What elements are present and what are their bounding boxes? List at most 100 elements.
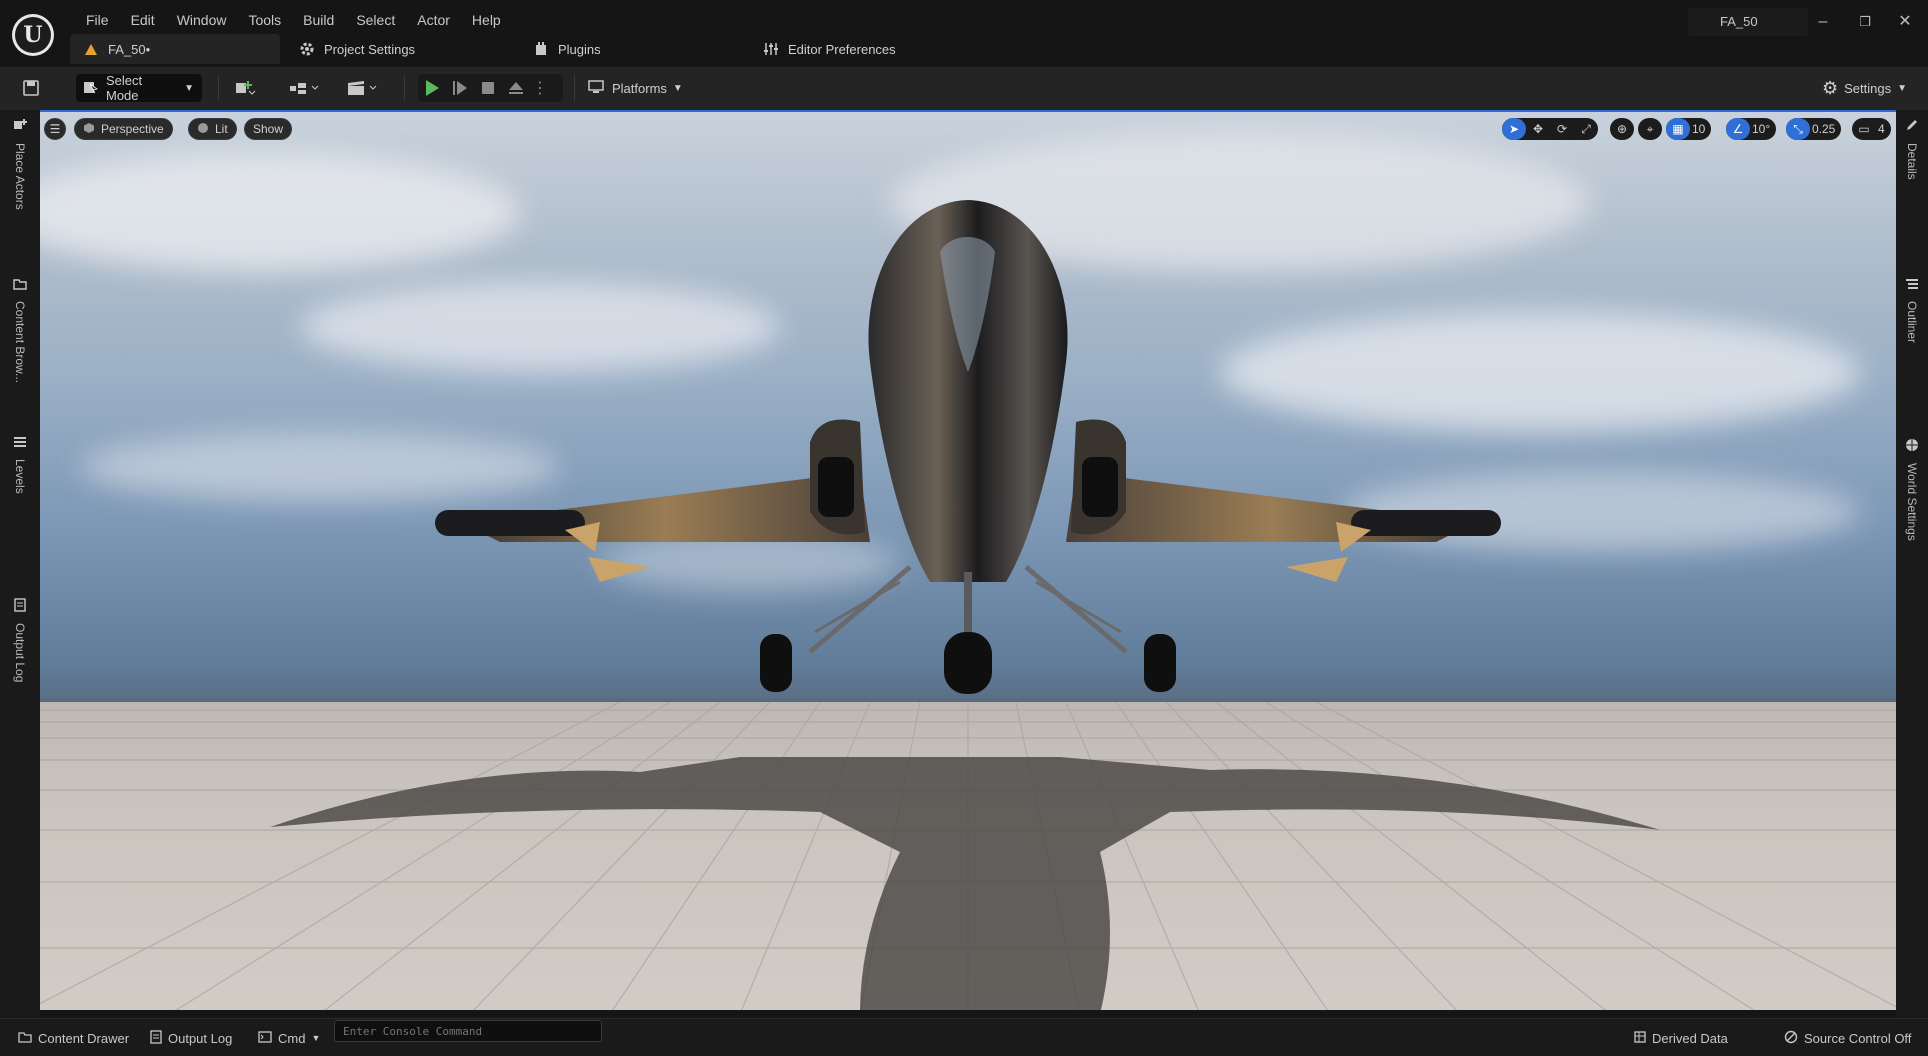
pencil-icon [1905,118,1919,135]
rotate-tool-icon[interactable]: ⟳ [1550,118,1574,140]
outliner-icon [1905,278,1919,293]
move-tool-icon[interactable]: ✥ [1526,118,1550,140]
sidebar-item-label: Levels [13,459,27,494]
console-command-input[interactable] [334,1020,602,1042]
tab-label: Project Settings [324,41,416,57]
source-control-off-icon [1784,1030,1798,1047]
camera-speed-control[interactable]: ▭ 4 [1852,118,1891,140]
stop-icon[interactable] [474,81,502,95]
blueprint-button[interactable] [288,74,328,102]
tab-project-settings[interactable]: Project Settings [286,34,496,64]
sidebar-item-output-log[interactable]: Output Log [10,598,30,682]
select-mode-icon [84,80,98,97]
world-local-toggle[interactable]: ⊕ [1610,118,1634,140]
content-drawer-icon [18,1031,32,1046]
terminal-icon [258,1030,272,1046]
tab-editor-preferences[interactable]: Editor Preferences [706,34,946,64]
cinematics-button[interactable] [346,74,386,102]
menu-actor[interactable]: Actor [406,10,461,30]
select-mode-dropdown[interactable]: Select Mode ▼ [76,73,202,103]
lit-button[interactable]: Lit [188,118,237,140]
add-actor-button[interactable] [234,74,274,102]
fa50-aircraft-model[interactable] [40,112,1896,1010]
select-tool-icon[interactable]: ➤ [1502,118,1526,140]
chevron-down-icon: ▼ [184,82,194,94]
sidebar-item-outliner[interactable]: Outliner [1902,278,1922,343]
cmd-dropdown[interactable]: Cmd ▼ [258,1027,320,1049]
sidebar-item-world-settings[interactable]: World Settings [1902,438,1922,541]
derived-data-label: Derived Data [1652,1030,1728,1046]
viewport-options-button[interactable]: ☰ [44,118,66,140]
sidebar-item-content-browser[interactable]: Content Brow... [10,278,30,383]
camera-icon: ▭ [1858,122,1870,136]
surface-snap-toggle[interactable]: ⌖ [1638,118,1662,140]
eject-icon[interactable] [502,80,530,96]
tab-label: Plugins [558,41,601,57]
restore-icon[interactable]: ❐ [1855,12,1875,32]
sidebar-item-label: Output Log [13,623,27,683]
right-side-panel: Details Outliner World Settings [1896,110,1928,1018]
grid-snap-icon: ▦ [1666,118,1690,140]
content-drawer-button[interactable]: Content Drawer [18,1027,129,1049]
status-bar: Content Drawer Output Log Cmd ▼ Derived … [0,1018,1928,1056]
derived-data-button[interactable]: Derived Data [1634,1027,1728,1049]
platforms-icon [588,79,606,98]
output-log-icon [150,1029,162,1047]
sidebar-item-details[interactable]: Details [1902,118,1922,180]
source-control-label: Source Control Off [1804,1030,1912,1046]
close-icon[interactable]: ✕ [1895,12,1915,32]
settings-cog-icon [298,41,316,57]
sidebar-item-label: Outliner [1905,301,1919,344]
menu-window[interactable]: Window [166,10,238,30]
scale-tool-icon[interactable]: ⤢ [1574,118,1598,140]
level-viewport[interactable]: ☰ Perspective Lit Show ➤ ✥ ⟳ ⤢ ⊕ ⌖ ▦ 10 … [40,110,1896,1010]
tab-plugins[interactable]: Plugins [496,34,706,64]
menu-select[interactable]: Select [345,10,406,30]
play-icon[interactable] [418,79,446,97]
transform-tools: ➤ ✥ ⟳ ⤢ [1502,118,1598,140]
platforms-label: Platforms [612,80,667,96]
sidebar-item-levels[interactable]: Levels [10,436,30,494]
menu-bar: File Edit Window Tools Build Select Acto… [75,10,512,30]
menu-help[interactable]: Help [461,10,512,30]
more-options-icon[interactable]: ⋮ [530,78,550,98]
menu-file[interactable]: File [75,10,120,30]
lit-sphere-icon [197,122,209,137]
folder-icon [13,278,27,293]
tab-level[interactable]: FA_50• [70,34,280,64]
minimize-icon[interactable]: – [1813,12,1833,32]
grid-snap-value: 10 [1692,122,1706,136]
grid-snap-control[interactable]: ▦ 10 [1666,118,1712,140]
cube-icon [83,122,95,137]
show-button[interactable]: Show [244,118,293,140]
menu-build[interactable]: Build [292,10,345,30]
toolbar-separator [218,75,219,101]
place-actors-icon [13,118,27,135]
output-log-button[interactable]: Output Log [150,1027,232,1049]
tab-label: Editor Preferences [788,41,896,57]
select-mode-label: Select Mode [106,73,143,103]
menu-edit[interactable]: Edit [120,10,166,30]
settings-label: Settings [1844,80,1892,96]
chevron-down-icon: ▼ [311,1033,321,1043]
menu-tools[interactable]: Tools [237,10,292,30]
chevron-down-icon: ▼ [1897,82,1908,94]
project-name-label: FA_50 [1688,8,1808,36]
scale-snap-value: 0.25 [1812,122,1836,136]
save-icon[interactable] [22,74,46,102]
rotation-snap-control[interactable]: ∠ 10° [1726,118,1777,140]
sidebar-item-place-actors[interactable]: Place Actors [10,118,30,210]
unreal-logo-icon[interactable]: U [12,14,54,56]
rotation-snap-icon: ∠ [1726,118,1750,140]
hamburger-icon: ☰ [49,122,61,136]
globe-icon [1905,438,1919,455]
source-control-button[interactable]: Source Control Off [1784,1027,1911,1049]
scale-snap-control[interactable]: ⤡ 0.25 [1786,118,1842,140]
advance-frame-icon[interactable] [446,79,474,97]
perspective-button[interactable]: Perspective [74,118,173,140]
platforms-dropdown[interactable]: Platforms ▼ [588,74,688,102]
main-toolbar: Select Mode ▼ ⋮ Platforms ▼ ⚙ Settings ▼ [0,66,1928,110]
chevron-down-icon: ▼ [672,82,683,94]
settings-dropdown[interactable]: ⚙ Settings ▼ [1822,74,1914,102]
camera-speed-value: 4 [1878,122,1885,136]
